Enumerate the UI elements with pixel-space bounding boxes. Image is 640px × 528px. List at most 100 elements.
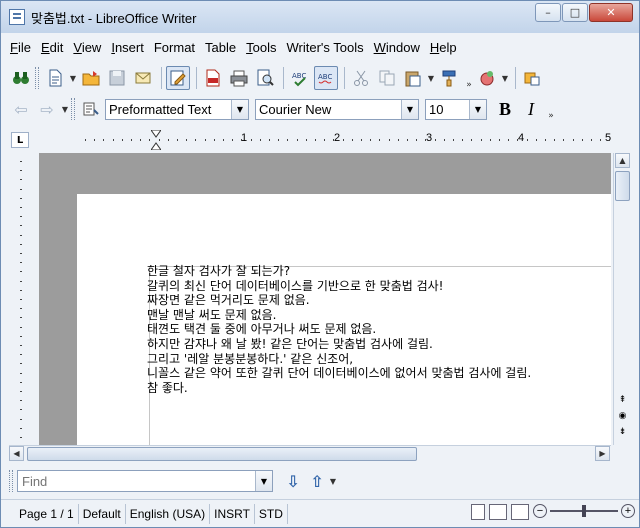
toolbar-grip[interactable]: [9, 470, 13, 492]
document-text[interactable]: 한글 철자 검사가 잘 되는가? 갈퀴의 최신 단어 데이터베이스를 기반으로 한…: [147, 264, 531, 395]
book-view-icon[interactable]: [511, 504, 529, 520]
menu-format[interactable]: Format: [149, 38, 200, 57]
status-language[interactable]: English (USA): [126, 503, 211, 524]
zoom-knob[interactable]: [582, 505, 586, 517]
toolbar-overflow[interactable]: »: [545, 97, 557, 121]
menu-file[interactable]: File: [5, 38, 36, 57]
navigator-icon[interactable]: [520, 66, 544, 90]
styles-formatting-icon[interactable]: [79, 97, 103, 121]
copy-icon[interactable]: [375, 66, 399, 90]
export-pdf-icon[interactable]: [201, 66, 225, 90]
font-size-combo[interactable]: 10 ▼: [425, 98, 487, 120]
vertical-scroll-thumb[interactable]: [615, 171, 630, 201]
history-dropdown-arrow[interactable]: ▼: [61, 97, 69, 121]
close-button[interactable]: ✕: [589, 3, 633, 22]
scroll-left-arrow-icon[interactable]: ◀: [9, 446, 24, 461]
horizontal-scrollbar[interactable]: ◀ ▶: [9, 445, 611, 462]
menu-insert[interactable]: Insert: [106, 38, 149, 57]
chevron-down-icon[interactable]: ▼: [401, 99, 418, 119]
menu-window[interactable]: Window: [369, 38, 425, 57]
toolbar-dropdown-arrow[interactable]: ▼: [501, 66, 509, 90]
scroll-up-arrow-icon[interactable]: ▲: [615, 153, 630, 168]
document-line[interactable]: 맨날 맨날 써도 문제 없음.: [147, 308, 531, 323]
cut-icon[interactable]: [349, 66, 373, 90]
menu-edit[interactable]: Edit: [36, 38, 68, 57]
find-input[interactable]: [18, 471, 255, 491]
multi-page-view-icon[interactable]: [489, 504, 507, 520]
chevron-down-icon[interactable]: ▼: [469, 99, 486, 119]
paragraph-style-value: Preformatted Text: [109, 101, 212, 117]
menu-table[interactable]: Table: [200, 38, 241, 57]
document-line[interactable]: 갈퀴의 최신 단어 데이터베이스를 기반으로 한 맞춤법 검사!: [147, 279, 531, 294]
find-toolbar-dropdown-arrow[interactable]: ▼: [329, 469, 337, 493]
zoom-in-icon[interactable]: +: [621, 504, 635, 518]
open-folder-icon[interactable]: [79, 66, 103, 90]
menu-view[interactable]: View: [68, 38, 106, 57]
horizontal-scroll-thumb[interactable]: [27, 447, 417, 461]
ruler-tick: [113, 139, 114, 141]
ruler-tick: [20, 327, 22, 328]
print-preview-icon[interactable]: [253, 66, 277, 90]
document-line[interactable]: 태껸도 택견 둘 중에 아무거나 써도 문제 없음.: [147, 322, 531, 337]
scroll-right-arrow-icon[interactable]: ▶: [595, 446, 610, 461]
status-insert-mode[interactable]: INSRT: [210, 503, 255, 524]
autospellcheck-icon[interactable]: ABC: [314, 66, 338, 90]
standard-toolbar: ▼ ABC ABC ▼ » ▼: [9, 63, 631, 93]
find-combo[interactable]: ▼: [17, 470, 273, 492]
paste-dropdown-arrow[interactable]: ▼: [427, 66, 435, 90]
spellcheck-icon[interactable]: ABC: [288, 66, 312, 90]
email-icon[interactable]: [131, 66, 155, 90]
gallery-icon[interactable]: [475, 66, 499, 90]
tab-stop-selector[interactable]: L: [11, 132, 29, 148]
status-page[interactable]: Page 1 / 1: [1, 503, 79, 524]
find-previous-up-icon[interactable]: ⇧: [305, 470, 329, 492]
document-line[interactable]: 짜장면 같은 먹거리도 문제 없음.: [147, 293, 531, 308]
horizontal-ruler[interactable]: 1 2 3 4 5: [39, 129, 619, 151]
toolbar-grip[interactable]: [35, 67, 39, 89]
document-line[interactable]: 하지만 감쟈나 왜 날 봤! 같은 단어는 맞춤법 검사에 걸림.: [147, 337, 531, 352]
font-name-combo[interactable]: Courier New ▼: [255, 98, 419, 120]
navigation-circle-icon[interactable]: ◉: [615, 409, 630, 423]
document-line[interactable]: 참 좋다.: [147, 381, 531, 396]
find-next-down-icon[interactable]: ⇩: [281, 470, 305, 492]
new-dropdown-arrow[interactable]: ▼: [69, 66, 77, 90]
clone-formatting-icon[interactable]: [437, 66, 461, 90]
zoom-out-icon[interactable]: −: [533, 504, 547, 518]
menu-tools[interactable]: Tools: [241, 38, 281, 57]
document-line[interactable]: 한글 철자 검사가 잘 되는가?: [147, 264, 531, 279]
paste-icon[interactable]: [401, 66, 425, 90]
maximize-button[interactable]: □: [562, 3, 588, 22]
document-line[interactable]: 니꼴스 같은 약어 또한 갈퀴 단어 데이터베이스에 없어서 맞춤법 검사에 걸…: [147, 366, 531, 381]
menu-help[interactable]: Help: [425, 38, 462, 57]
bold-button[interactable]: B: [493, 97, 517, 121]
status-selection-mode[interactable]: STD: [255, 503, 288, 524]
edit-mode-icon[interactable]: [166, 66, 190, 90]
next-page-icon[interactable]: ⇟: [615, 425, 630, 439]
ruler-tick: [20, 354, 22, 355]
forward-arrow-icon[interactable]: ⇨: [35, 97, 59, 121]
single-page-view-icon[interactable]: [471, 504, 485, 520]
ruler-tick: [20, 373, 22, 374]
back-arrow-icon[interactable]: ⇦: [9, 97, 33, 121]
print-icon[interactable]: [227, 66, 251, 90]
toolbar-grip[interactable]: [71, 98, 75, 120]
zoom-track[interactable]: [550, 505, 618, 517]
zoom-slider[interactable]: − +: [533, 504, 635, 518]
new-document-icon[interactable]: [43, 66, 67, 90]
vertical-scrollbar[interactable]: ▲ ⇞ ◉ ⇟: [613, 153, 630, 445]
minimize-button[interactable]: –: [535, 3, 561, 22]
find-binoculars-icon[interactable]: [9, 66, 33, 90]
toolbar-separator: [196, 67, 197, 89]
ruler-tick: [333, 139, 334, 141]
save-icon[interactable]: [105, 66, 129, 90]
menu-writers-tools[interactable]: Writer's Tools: [281, 38, 368, 57]
italic-button[interactable]: I: [519, 97, 543, 121]
toolbar-overflow[interactable]: »: [463, 66, 475, 90]
previous-page-icon[interactable]: ⇞: [615, 393, 630, 407]
chevron-down-icon[interactable]: ▼: [231, 99, 248, 119]
paragraph-style-combo[interactable]: Preformatted Text ▼: [105, 98, 249, 120]
status-page-style[interactable]: Default: [79, 503, 126, 524]
chevron-down-icon[interactable]: ▼: [255, 471, 272, 491]
document-line[interactable]: 그리고 '레알 분봉분봉하다.' 같은 신조어,: [147, 352, 531, 367]
vertical-ruler[interactable]: [11, 153, 31, 445]
